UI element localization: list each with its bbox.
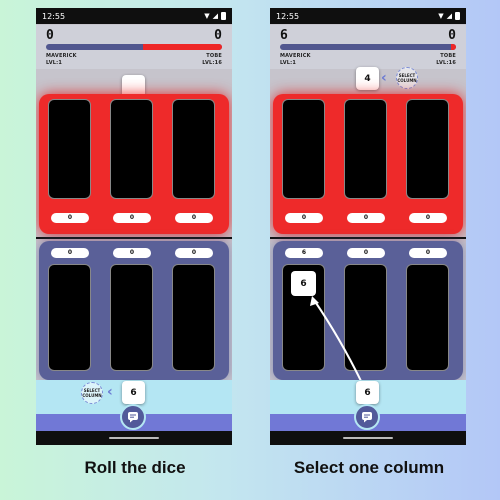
player-board: 0 0 0 [39, 241, 229, 380]
signal-icon: ◢ [212, 12, 218, 20]
opponent-health-fill [142, 44, 222, 50]
chevron-left-icon: ‹ [107, 384, 113, 400]
player-level: LVL:1 [46, 60, 63, 66]
opponent-column-2 [110, 99, 153, 199]
opponent-score: 0 [214, 28, 222, 43]
chat-button[interactable] [120, 404, 146, 430]
player-column-3[interactable] [172, 264, 215, 371]
opponent-column-total: 0 [175, 213, 213, 223]
phone-screen-select: 12:55 ▼ ◢ 6 0 MAVERICK LVL:1 TOBE LVL:16… [270, 8, 466, 445]
phone-screen-roll: 12:55 ▼ ◢ 0 0 MAVERICK LVL:1 TOBE LVL:16… [36, 8, 232, 445]
chat-icon [362, 412, 372, 423]
opponent-level: LVL:16 [202, 60, 222, 66]
chat-button[interactable] [354, 404, 380, 430]
player-score: 0 [46, 28, 54, 43]
battery-icon [221, 12, 226, 20]
opponent-column-total: 0 [113, 213, 151, 223]
opponent-column-1 [48, 99, 91, 199]
score-header: 0 0 MAVERICK LVL:1 TOBE LVL:16 [36, 25, 232, 69]
board-divider [36, 237, 232, 239]
player-column-total: 0 [175, 248, 213, 258]
select-column-hint: SELECT COLUMN [81, 382, 103, 404]
opponent-column-total: 0 [51, 213, 89, 223]
player-die[interactable]: 6 [356, 381, 379, 404]
status-time: 12:55 [42, 11, 66, 21]
player-column-total: 0 [113, 248, 151, 258]
player-name: MAVERICK [46, 53, 77, 59]
home-handle[interactable] [343, 437, 393, 439]
opponent-board: 0 0 0 [39, 94, 229, 234]
system-nav-bar [36, 431, 232, 445]
player-column-2[interactable] [110, 264, 153, 371]
player-die[interactable]: 6 [122, 381, 145, 404]
wifi-icon: ▼ [204, 12, 210, 20]
health-bar [46, 44, 222, 50]
caption-roll: Roll the dice [84, 458, 186, 477]
status-bar: 12:55 ▼ ◢ [36, 8, 232, 24]
player-column-1[interactable] [48, 264, 91, 371]
system-nav-bar [270, 431, 466, 445]
opponent-name: TOBE [206, 53, 222, 59]
home-handle[interactable] [109, 437, 159, 439]
player-column-total: 0 [51, 248, 89, 258]
caption-select: Select one column [293, 458, 445, 477]
opponent-column-3 [172, 99, 215, 199]
chat-icon [128, 412, 138, 423]
